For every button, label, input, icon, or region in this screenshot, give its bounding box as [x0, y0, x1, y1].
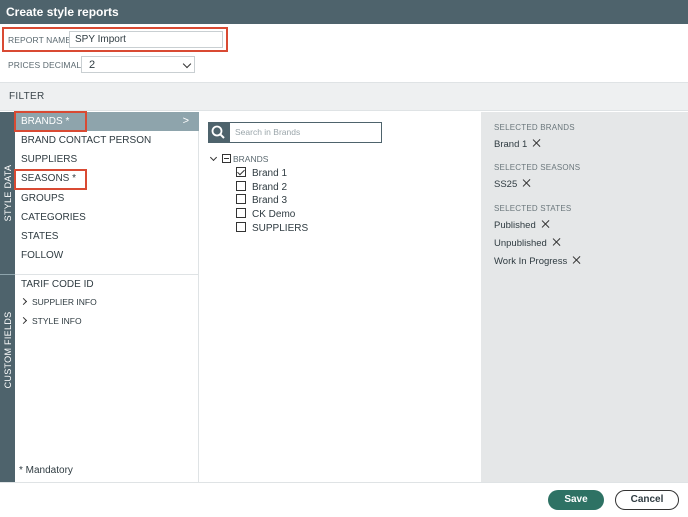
tab-style-data-label: STYLE DATA	[2, 164, 13, 222]
brand-option-label: CK Demo	[252, 209, 296, 220]
search-brands-input[interactable]: Search in Brands	[229, 122, 382, 143]
nav-item-label: FOLLOW	[21, 250, 64, 261]
partial-select-icon[interactable]	[222, 154, 231, 163]
search-button[interactable]	[208, 122, 229, 143]
nav-item-label: CATEGORIES	[21, 212, 86, 223]
brands-highlight	[14, 111, 87, 132]
selected-state-chip: Work In Progress	[494, 256, 581, 267]
nav-item-style-info[interactable]: STYLE INFO	[15, 316, 82, 326]
brand-option[interactable]: CK Demo	[236, 208, 295, 220]
tab-custom-fields-label: CUSTOM FIELDS	[2, 311, 13, 389]
selected-state-chip: Unpublished	[494, 238, 561, 249]
brands-tree-root[interactable]: BRANDS	[209, 153, 269, 164]
tab-custom-fields[interactable]: CUSTOM FIELDS	[0, 275, 15, 482]
checkbox-icon[interactable]	[236, 181, 246, 191]
checkbox-icon[interactable]	[236, 208, 246, 218]
brand-option-label: Brand 2	[252, 182, 288, 193]
brand-option-label: Brand 1	[252, 168, 288, 179]
nav-item-label: TARIF CODE ID	[21, 279, 94, 290]
nav-item-follow[interactable]: FOLLOW	[15, 246, 199, 265]
nav-item-groups[interactable]: GROUPS	[15, 189, 199, 208]
prices-decimals-label: PRICES DECIMALS:	[8, 60, 90, 70]
chevron-right-icon	[19, 297, 28, 306]
remove-icon[interactable]	[573, 256, 581, 264]
filter-category-list: BRANDS * > BRAND CONTACT PERSON SUPPLIER…	[15, 112, 199, 482]
remove-icon[interactable]	[523, 179, 531, 187]
chevron-right-icon: >	[182, 115, 189, 127]
nav-item-states[interactable]: STATES	[15, 227, 199, 246]
nav-item-label: BRAND CONTACT PERSON	[21, 135, 152, 146]
nav-item-supplier-info[interactable]: SUPPLIER INFO	[15, 297, 97, 307]
report-name-input[interactable]: SPY Import	[69, 31, 223, 48]
tree-root-label: BRANDS	[233, 154, 269, 164]
filter-heading: FILTER	[0, 82, 688, 111]
brands-selection-panel: Search in Brands BRANDS Brand 1 Brand 2 …	[199, 112, 481, 482]
prices-decimals-value: 2	[89, 59, 96, 71]
dialog-footer: Save Cancel	[0, 482, 688, 517]
checkbox-icon[interactable]	[236, 194, 246, 204]
chevron-right-icon	[19, 316, 28, 325]
selected-season-chip: SS25	[494, 179, 531, 190]
chevron-down-icon	[209, 153, 218, 162]
nav-item-label: SUPPLIER INFO	[32, 297, 97, 307]
chevron-down-icon	[182, 59, 192, 69]
checkbox-icon[interactable]	[236, 222, 246, 232]
nav-item-brand-contact-person[interactable]: BRAND CONTACT PERSON	[15, 131, 199, 150]
nav-item-label: STATES	[21, 231, 59, 242]
selected-brands-heading: SELECTED BRANDS	[494, 123, 575, 132]
report-name-label: REPORT NAME:	[8, 35, 74, 45]
selected-seasons-heading: SELECTED SEASONS	[494, 163, 581, 172]
nav-item-label: SUPPLIERS	[21, 154, 78, 165]
tab-style-data[interactable]: STYLE DATA	[0, 112, 15, 274]
create-style-reports-dialog: Create style reports REPORT NAME: SPY Im…	[0, 0, 688, 517]
chip-label: Unpublished	[494, 238, 547, 249]
chip-label: SS25	[494, 179, 518, 190]
remove-icon[interactable]	[542, 220, 550, 228]
chip-label: Brand 1	[494, 139, 528, 150]
remove-icon[interactable]	[553, 238, 561, 246]
seasons-highlight	[14, 169, 87, 190]
selected-states-heading: SELECTED STATES	[494, 204, 572, 213]
nav-item-tarif-code-id[interactable]: TARIF CODE ID	[15, 275, 199, 294]
prices-decimals-select[interactable]: 2	[81, 56, 195, 73]
search-icon	[211, 125, 225, 139]
brand-option[interactable]: Brand 1	[236, 167, 287, 179]
remove-icon[interactable]	[533, 139, 541, 147]
nav-item-suppliers[interactable]: SUPPLIERS	[15, 150, 199, 169]
selected-state-chip: Published	[494, 220, 550, 231]
mandatory-note: * Mandatory	[19, 465, 73, 476]
brand-option[interactable]: Brand 2	[236, 181, 287, 193]
nav-item-label: STYLE INFO	[32, 316, 82, 326]
chip-label: Work In Progress	[494, 256, 568, 267]
section-divider	[15, 274, 199, 275]
dialog-title: Create style reports	[0, 0, 688, 24]
cancel-button[interactable]: Cancel	[615, 490, 679, 510]
nav-item-label: GROUPS	[21, 193, 65, 204]
checkbox-checked-icon[interactable]	[236, 167, 246, 177]
selected-brand-chip: Brand 1	[494, 139, 541, 150]
brand-option[interactable]: SUPPLIERS	[236, 222, 308, 234]
brand-option-label: Brand 3	[252, 195, 288, 206]
nav-item-categories[interactable]: CATEGORIES	[15, 208, 199, 227]
brand-option-label: SUPPLIERS	[252, 223, 309, 234]
brand-option[interactable]: Brand 3	[236, 194, 287, 206]
selected-filters-panel: SELECTED BRANDS Brand 1 SELECTED SEASONS…	[481, 112, 688, 482]
save-button[interactable]: Save	[548, 490, 604, 510]
chip-label: Published	[494, 220, 536, 231]
